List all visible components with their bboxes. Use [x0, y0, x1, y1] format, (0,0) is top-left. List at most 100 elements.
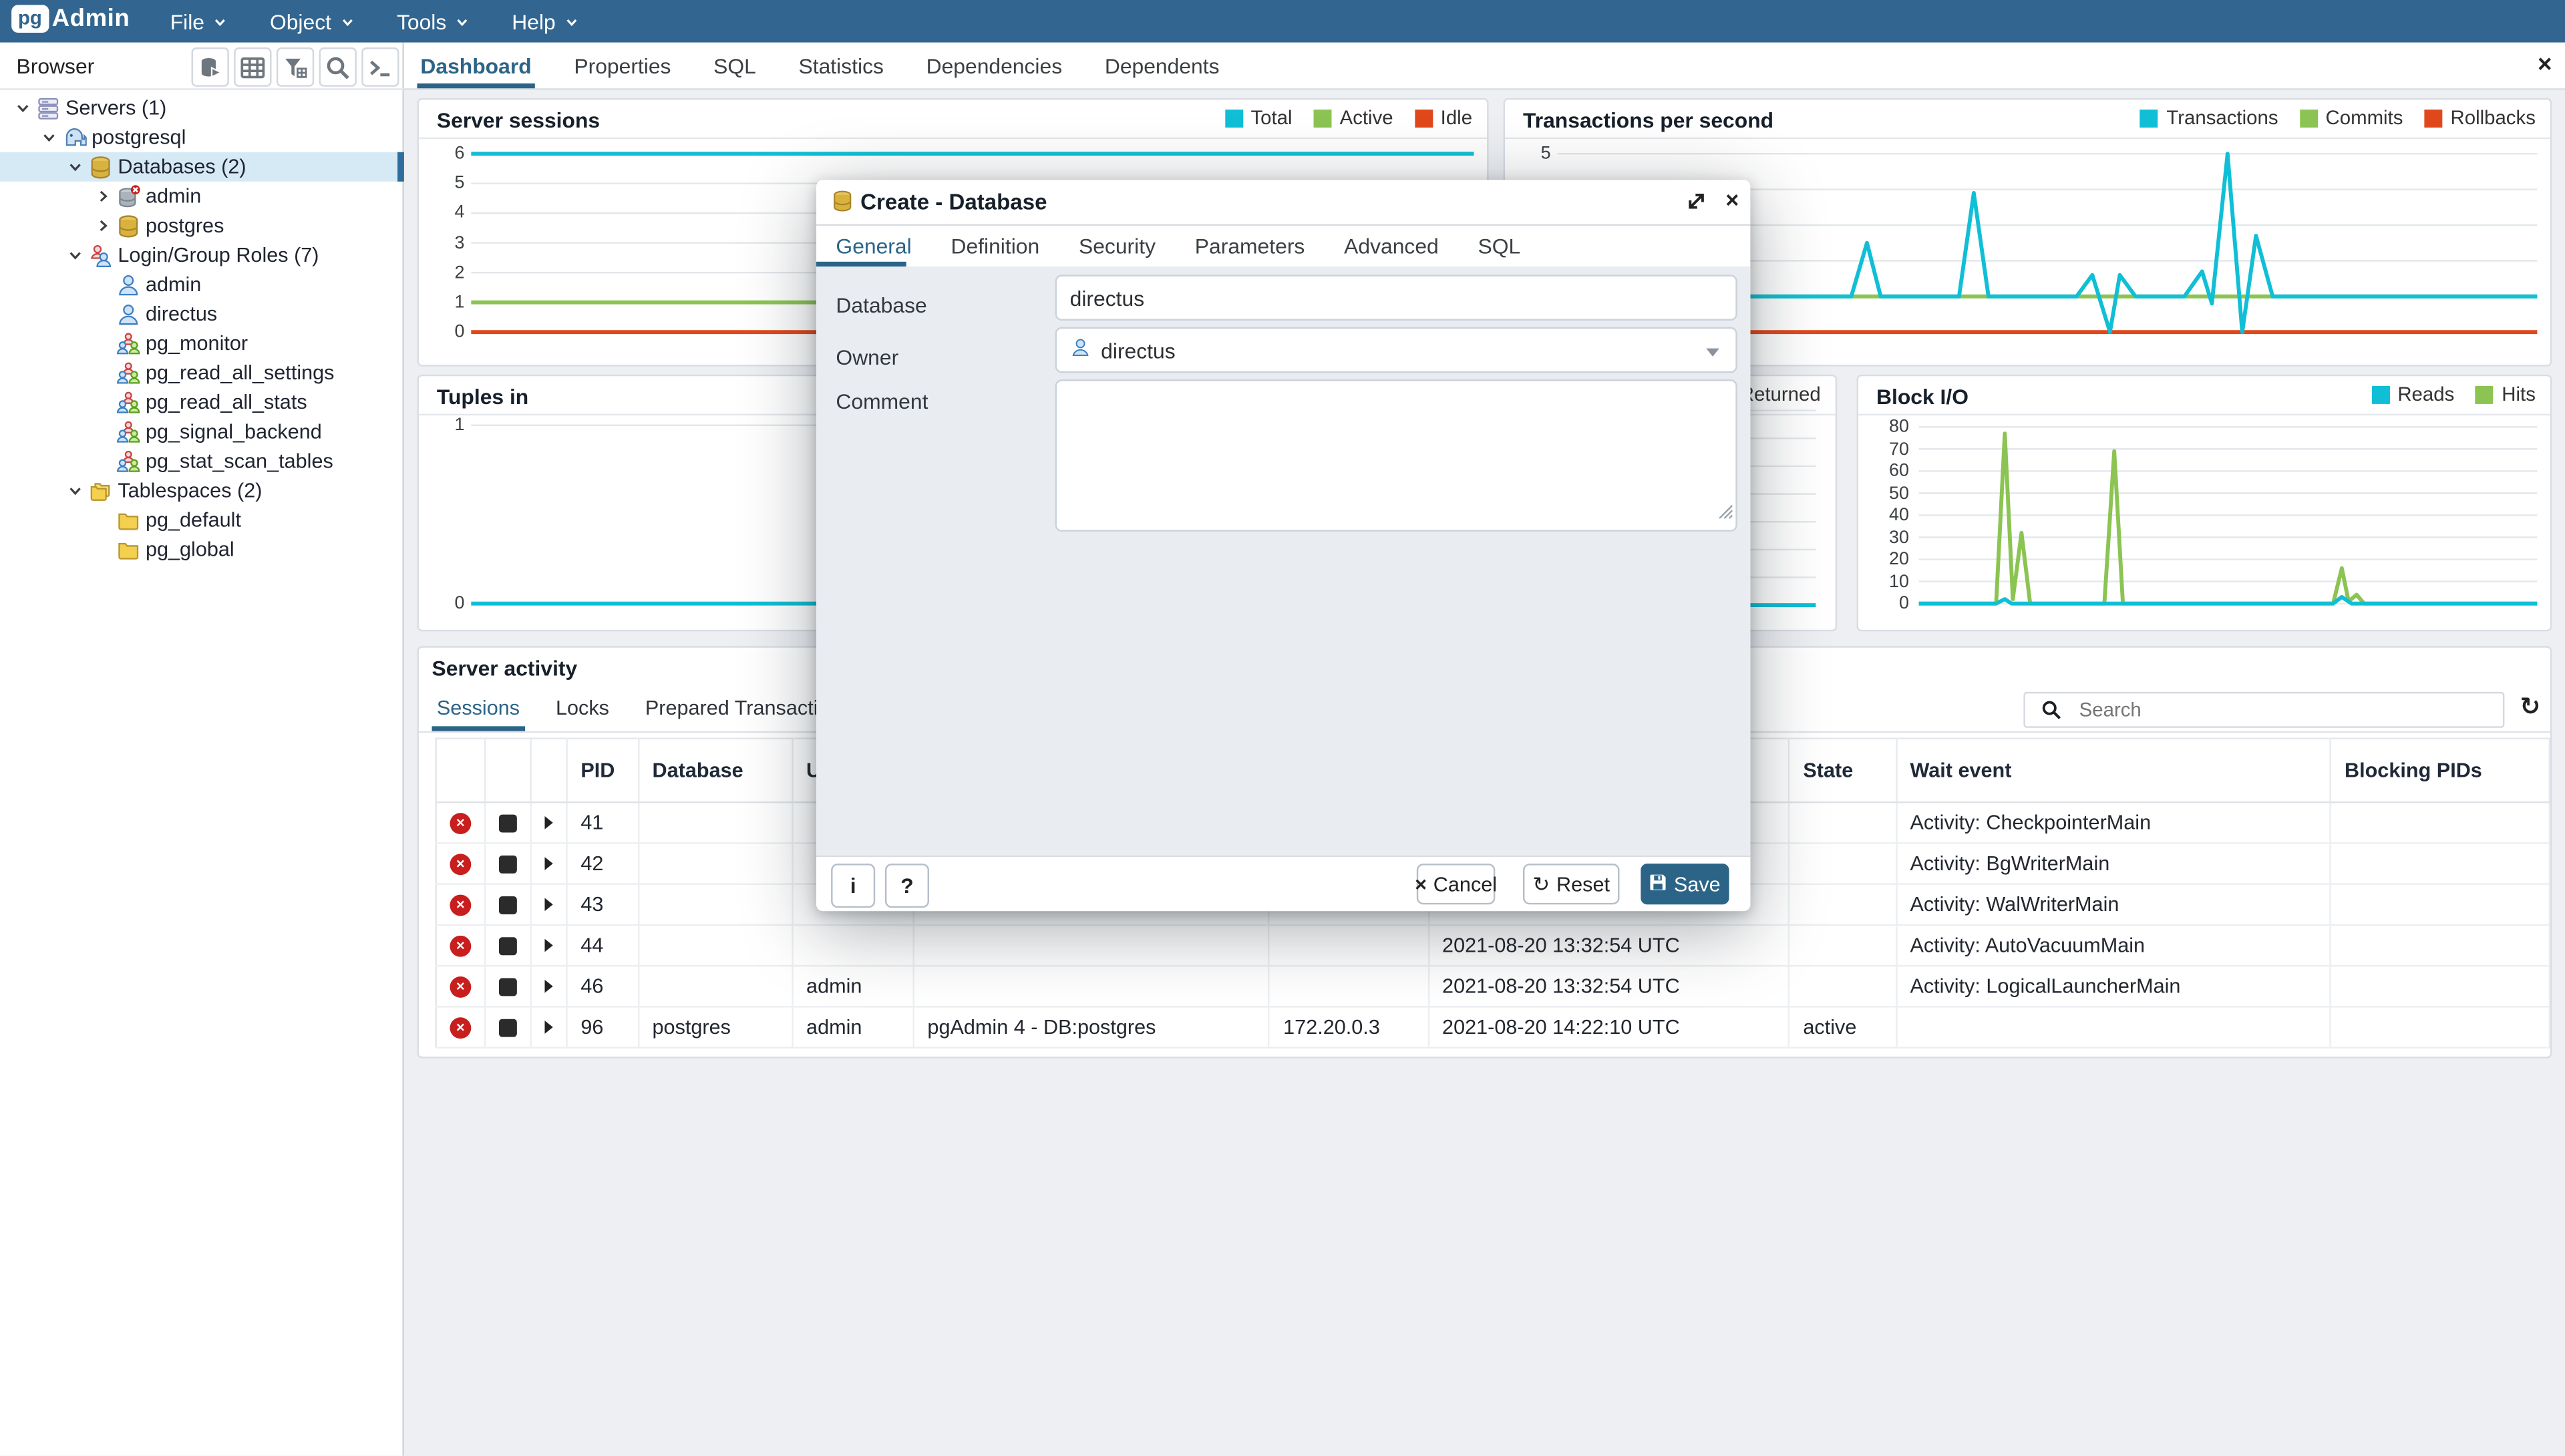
- terminate-session-icon[interactable]: ×: [450, 812, 471, 834]
- tab-sql[interactable]: SQL: [710, 43, 759, 89]
- chevron-down-icon[interactable]: [39, 128, 59, 147]
- tab-dashboard[interactable]: Dashboard: [417, 43, 534, 89]
- comment-textarea[interactable]: [1055, 379, 1737, 532]
- search-input[interactable]: [2076, 697, 2459, 723]
- search-icon-button[interactable]: [319, 47, 357, 87]
- cell-blocking_pids: [2331, 1007, 2550, 1047]
- legend-swatch: [1224, 109, 1242, 127]
- column-header[interactable]: Database: [639, 739, 793, 803]
- dialog-close-icon[interactable]: ×: [1725, 186, 1739, 212]
- tree-item-pg-read-all-settings[interactable]: pg_read_all_settings: [0, 358, 404, 387]
- tree-item-servers-1-[interactable]: Servers (1): [0, 94, 404, 123]
- activity-tab-sessions[interactable]: Sessions: [432, 685, 525, 731]
- table-row: ×442021-08-20 13:32:54 UTCActivity: Auto…: [436, 925, 2550, 966]
- cancel-query-icon[interactable]: [499, 936, 517, 954]
- cancel-query-icon[interactable]: [499, 896, 517, 914]
- save-button[interactable]: Save: [1641, 864, 1729, 904]
- tree-item-pg-default[interactable]: pg_default: [0, 506, 404, 535]
- tab-dependents[interactable]: Dependents: [1101, 43, 1223, 89]
- tree-item-admin[interactable]: admin: [0, 270, 404, 299]
- dialog-tab-sql[interactable]: SQL: [1458, 224, 1540, 267]
- dialog-tab-definition[interactable]: Definition: [931, 224, 1059, 267]
- sql-help-button[interactable]: i: [831, 864, 875, 908]
- maximize-icon[interactable]: [1685, 190, 1707, 212]
- dialog-tab-parameters[interactable]: Parameters: [1175, 224, 1324, 267]
- column-header[interactable]: PID: [567, 739, 639, 803]
- menu-file[interactable]: File: [170, 9, 228, 33]
- column-header[interactable]: [531, 739, 567, 803]
- tree-item-pg-stat-scan-tables[interactable]: pg_stat_scan_tables: [0, 447, 404, 476]
- tab-statistics[interactable]: Statistics: [796, 43, 887, 89]
- column-header[interactable]: [436, 739, 485, 803]
- column-header[interactable]: Blocking PIDs: [2331, 739, 2550, 803]
- database-field[interactable]: directus: [1055, 275, 1737, 321]
- tab-dependencies[interactable]: Dependencies: [923, 43, 1065, 89]
- menu-help[interactable]: Help: [512, 9, 578, 33]
- panel-close-icon[interactable]: ×: [2538, 51, 2552, 79]
- reset-button[interactable]: ↻Reset: [1523, 864, 1619, 904]
- tree-item-postgresql[interactable]: postgresql: [0, 123, 404, 152]
- terminate-session-icon[interactable]: ×: [450, 1017, 471, 1038]
- column-header[interactable]: Wait event: [1896, 739, 2331, 803]
- table-row: ×46admin2021-08-20 13:32:54 UTCActivity:…: [436, 966, 2550, 1007]
- servers-icon: [36, 96, 61, 120]
- expand-row-icon[interactable]: [545, 857, 553, 870]
- tree-item-tablespaces-2-[interactable]: Tablespaces (2): [0, 476, 404, 506]
- terminate-session-icon[interactable]: ×: [450, 853, 471, 874]
- cancel-query-icon[interactable]: [499, 855, 517, 873]
- tree-item-databases-2-[interactable]: Databases (2): [0, 152, 404, 182]
- dialog-tab-advanced[interactable]: Advanced: [1325, 224, 1458, 267]
- expand-row-icon[interactable]: [545, 939, 553, 952]
- chevron-down-icon[interactable]: [13, 98, 33, 118]
- chevron-down-icon[interactable]: [65, 157, 85, 176]
- tree-item-pg-signal-backend[interactable]: pg_signal_backend: [0, 417, 404, 446]
- tab-properties[interactable]: Properties: [570, 43, 674, 89]
- activity-search[interactable]: [2023, 692, 2504, 728]
- chart-legend: TotalActiveIdle: [1224, 106, 1472, 129]
- help-button[interactable]: ?: [885, 864, 929, 908]
- dialog-tab-general[interactable]: General: [816, 224, 931, 267]
- legend-item: Rollbacks: [2424, 106, 2536, 129]
- chevron-right-icon[interactable]: [94, 216, 113, 235]
- terminate-session-icon[interactable]: ×: [450, 894, 471, 915]
- resize-handle[interactable]: [1717, 497, 1732, 526]
- tree-item-directus[interactable]: directus: [0, 299, 404, 329]
- cancel-button[interactable]: ×Cancel: [1417, 864, 1496, 904]
- expand-row-icon[interactable]: [545, 1021, 553, 1034]
- expand-row-icon[interactable]: [545, 898, 553, 911]
- grid-icon-button[interactable]: [234, 47, 271, 87]
- column-header[interactable]: [485, 739, 531, 803]
- load-data-icon-button[interactable]: [192, 47, 229, 87]
- refresh-icon[interactable]: ↻: [2520, 692, 2540, 725]
- cell-backend_start: 2021-08-20 13:32:54 UTC: [1428, 925, 1789, 966]
- tree-item-pg-monitor[interactable]: pg_monitor: [0, 329, 404, 358]
- cell-backend_start: 2021-08-20 13:32:54 UTC: [1428, 966, 1789, 1007]
- column-header[interactable]: State: [1789, 739, 1896, 803]
- tree-item-postgres[interactable]: postgres: [0, 211, 404, 240]
- chevron-right-icon[interactable]: [94, 186, 113, 206]
- tree-item-login-group-roles-7-[interactable]: Login/Group Roles (7): [0, 240, 404, 270]
- dialog-tab-security[interactable]: Security: [1059, 224, 1176, 267]
- chevron-down-icon[interactable]: [65, 245, 85, 264]
- tree-item-admin[interactable]: admin: [0, 182, 404, 211]
- chevron-down-icon[interactable]: [65, 481, 85, 500]
- terminate-session-icon[interactable]: ×: [450, 935, 471, 956]
- tree-item-pg-read-all-stats[interactable]: pg_read_all_stats: [0, 387, 404, 417]
- menu-tools[interactable]: Tools: [397, 9, 470, 33]
- filter-icon-button[interactable]: [277, 47, 314, 87]
- owner-select[interactable]: directus: [1055, 327, 1737, 373]
- terminal-icon-button[interactable]: [361, 47, 399, 87]
- activity-tab-locks[interactable]: Locks: [551, 685, 615, 731]
- menu-object[interactable]: Object: [270, 9, 354, 33]
- database-icon: [831, 190, 854, 212]
- expand-row-icon[interactable]: [545, 816, 553, 830]
- cancel-query-icon[interactable]: [499, 977, 517, 995]
- chevron-down-icon: [455, 14, 470, 29]
- tree-item-pg-global[interactable]: pg_global: [0, 535, 404, 564]
- cancel-query-icon[interactable]: [499, 1018, 517, 1036]
- cancel-query-icon[interactable]: [499, 813, 517, 832]
- expand-row-icon[interactable]: [545, 980, 553, 993]
- save-icon: [1649, 873, 1667, 896]
- terminate-session-icon[interactable]: ×: [450, 976, 471, 997]
- y-tick-label: 60: [1878, 460, 1909, 482]
